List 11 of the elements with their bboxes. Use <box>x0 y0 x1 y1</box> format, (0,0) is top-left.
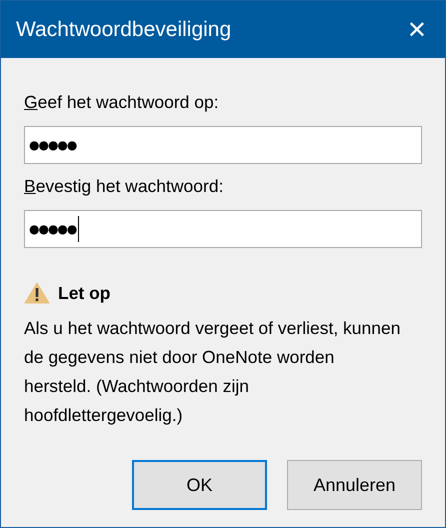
warning-text: Als u het wachtwoord vergeet of verliest, kunnen de gegevens niet door OneNote worden hersteld. (Wachtwoorden zijn hoofdlettergevoelig.) <box>24 317 402 427</box>
warning-icon <box>24 282 50 304</box>
dialog-button[interactable]: Annuleren <box>287 460 422 510</box>
password-field[interactable]: ●●●●● <box>24 210 422 248</box>
warning-title: Let op <box>58 282 110 304</box>
window-title: Wachtwoordbeveiliging <box>16 18 232 42</box>
close-button[interactable]: ✕ <box>402 16 431 44</box>
password-field[interactable]: ●●●●● <box>24 126 422 164</box>
field-label: Geef het wachtwoord op: <box>24 92 220 113</box>
dialog-button[interactable]: OK <box>132 460 267 510</box>
field-label: Bevestig het wachtwoord: <box>24 176 224 197</box>
